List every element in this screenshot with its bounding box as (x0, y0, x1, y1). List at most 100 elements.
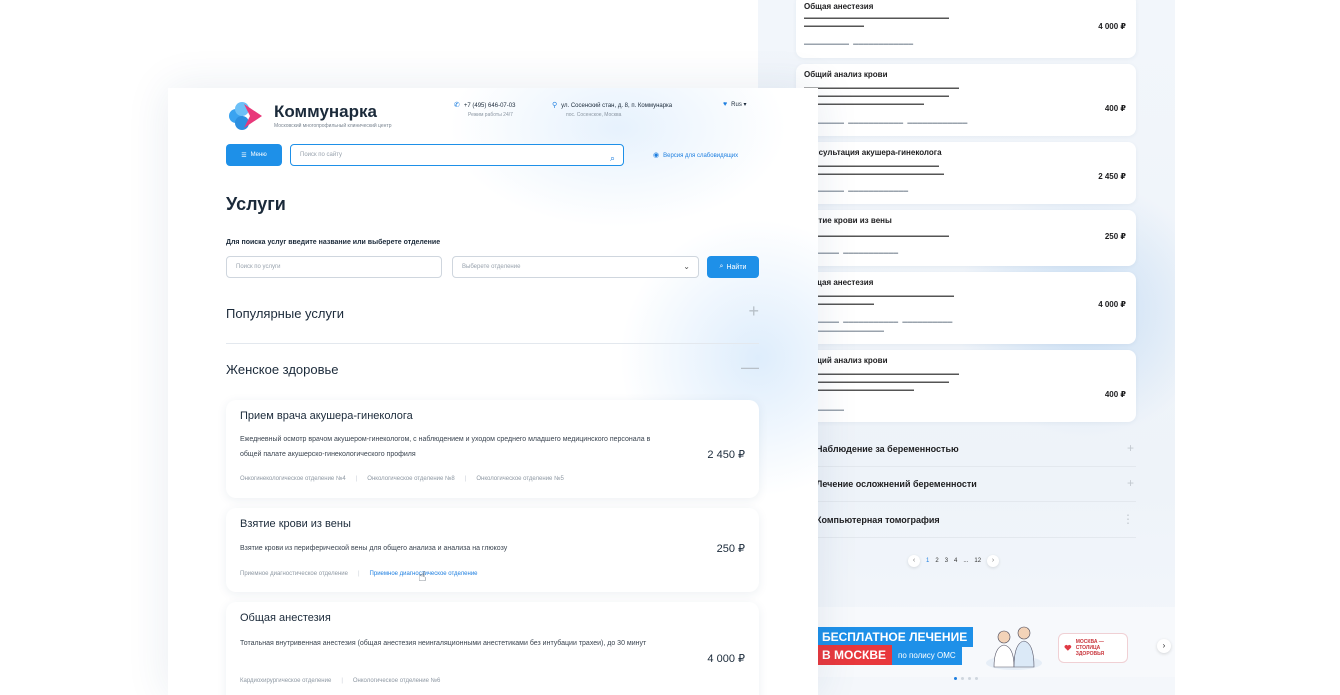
banner-dot[interactable] (975, 677, 978, 680)
page-number[interactable]: 2 (935, 558, 938, 564)
background-services-panel: Общая анестезия ▬▬▬▬▬▬▬▬▬▬▬▬▬▬▬▬▬▬▬▬▬▬▬▬… (758, 0, 1175, 695)
service-departments: Онкогинекологическое отделение №4 | Онко… (240, 476, 564, 482)
kommunarka-logo-icon[interactable] (226, 100, 266, 132)
plus-icon[interactable]: + (748, 301, 759, 322)
minus-icon[interactable]: — (741, 357, 759, 378)
department-placeholder: Выберете отделение (462, 264, 521, 270)
menu-label: Меню (250, 152, 267, 158)
accordion-title: Женское здоровье (226, 362, 339, 377)
banner-dot[interactable] (961, 677, 964, 680)
back-card-price: 400 ₽ (1104, 104, 1126, 113)
back-card-title: Общая анестезия (804, 2, 874, 11)
search-icon[interactable]: ⌕ (610, 148, 615, 168)
banner-dot[interactable] (968, 677, 971, 680)
moscow-health-text: МОСКВА — СТОЛИЦА ЗДОРОВЬЯ (1075, 639, 1105, 657)
back-accordion-title: Наблюдение за беременностью (816, 444, 959, 454)
department-tag[interactable]: Приемное диагностическое отделение (240, 571, 348, 577)
back-service-card[interactable]: Общая анестезия ▬▬▬▬▬▬▬▬▬▬▬▬▬▬▬▬▬▬▬▬▬▬▬▬… (796, 0, 1136, 58)
banner-subline: В МОСКВЕ по полису ОМС (816, 645, 962, 665)
oms-promo-banner[interactable]: БЕСПЛАТНОЕ ЛЕЧЕНИЕ В МОСКВЕ по полису ОМ… (816, 607, 1175, 677)
department-tag[interactable]: Онкологическое отделение №6 (353, 678, 441, 684)
phone-contact[interactable]: ✆ +7 (495) 646-07-03 Режим работы 24/7 (454, 101, 515, 118)
department-tag[interactable]: Онкогинекологическое отделение №4 (240, 476, 346, 482)
page-number[interactable]: 4 (954, 558, 957, 564)
search-placeholder: Поиск по сайту (300, 152, 343, 158)
prev-page-icon[interactable]: ‹ (908, 555, 920, 567)
service-description: Взятие крови из периферической вены для … (240, 545, 508, 552)
page-title: Услуги (226, 194, 286, 214)
back-card-price: 400 ₽ (1104, 390, 1126, 399)
back-card-title: Консультация акушера-гинеколога (804, 148, 942, 157)
eye-icon: ◉ (653, 152, 660, 159)
address-city: пос. Сосенское, Москва (566, 112, 622, 118)
services-page: Коммунарка Московский многопрофильный кл… (168, 88, 818, 695)
service-title: Общая анестезия (240, 612, 331, 624)
back-card-tags: ▬▬▬▬▬▬▬ ▬▬▬▬▬▬▬▬▬▬▬ ▬▬▬▬▬▬▬▬▬▬ ▬▬▬▬▬▬▬▬▬▬… (804, 319, 953, 334)
department-tag[interactable]: Онкологическое отделение №8 (367, 476, 455, 482)
tag-separator: | (355, 476, 358, 482)
heart-icon: ♥ (723, 101, 728, 108)
back-card-price: 4 000 ₽ (1098, 300, 1126, 309)
moscow-health-logo: МОСКВА — СТОЛИЦА ЗДОРОВЬЯ (1058, 633, 1128, 663)
tag-separator: | (464, 476, 467, 482)
back-service-card[interactable]: Общая анестезия ▬▬▬▬▬▬▬▬▬▬▬▬▬▬▬▬▬▬▬▬▬▬▬▬… (796, 272, 1136, 344)
service-title: Взятие крови из вены (240, 518, 351, 530)
back-card-tags: ▬▬▬▬▬▬▬▬▬ ▬▬▬▬▬▬▬▬▬▬▬▬ (804, 41, 914, 47)
back-accordion-item[interactable]: Лечение осложнений беременности + (816, 468, 1136, 502)
service-departments: Приемное диагностическое отделение | При… (240, 571, 478, 577)
service-search-input[interactable]: Поиск по услуги (226, 256, 442, 278)
back-card-tags: ▬▬▬▬▬▬▬▬ ▬▬▬▬▬▬▬▬▬▬▬▬ (804, 188, 909, 194)
hamburger-icon: ☰ (241, 152, 247, 159)
plus-icon: + (1126, 441, 1134, 455)
language-label: Rus (731, 102, 742, 108)
back-service-card[interactable]: Общий анализ крови ▬▬▬▬▬▬▬▬▬▬▬▬▬▬▬▬▬▬▬▬▬… (796, 64, 1136, 136)
department-tag[interactable]: Кардиохирургическое отделение (240, 678, 331, 684)
banner-next-icon[interactable]: › (1157, 639, 1171, 653)
back-service-card[interactable]: Консультация акушера-гинеколога ▬▬▬▬▬▬▬▬… (796, 142, 1136, 204)
department-select[interactable]: Выберете отделение ⌄ (452, 256, 699, 278)
page-number[interactable]: 3 (945, 558, 948, 564)
accordion-popular-services[interactable]: Популярные услуги + (226, 288, 759, 344)
banner-dots (954, 677, 978, 680)
service-card[interactable]: Взятие крови из вены Взятие крови из пер… (226, 508, 759, 592)
menu-button[interactable]: ☰ Меню (226, 144, 282, 166)
service-card[interactable]: Прием врача акушера-гинеколога Ежедневны… (226, 400, 759, 498)
back-accordion-item[interactable]: Наблюдение за беременностью + (816, 433, 1136, 467)
banner-headline: БЕСПЛАТНОЕ ЛЕЧЕНИЕ (816, 627, 974, 647)
address-contact[interactable]: ⚲ ул. Сосенский стан, д. 8, п. Коммунарка… (552, 101, 672, 118)
hand-cursor-icon: ☝ (418, 568, 427, 584)
department-tag[interactable]: Онкологическое отделение №5 (476, 476, 564, 482)
language-selector[interactable]: ♥ Rus ▾ (723, 101, 747, 108)
page-number[interactable]: 12 (974, 558, 981, 564)
accordion-womens-health[interactable]: Женское здоровье — (226, 344, 759, 400)
back-card-tags: ▬▬▬▬▬▬▬ ▬▬▬▬▬▬▬▬▬▬▬ (804, 250, 899, 256)
back-card-title: Общий анализ крови (804, 70, 888, 79)
service-price: 2 450 ₽ (707, 449, 745, 461)
page-number[interactable]: 1 (926, 558, 929, 564)
back-accordion-title: Компьютерная томография (816, 515, 940, 525)
next-page-icon[interactable]: › (987, 555, 1000, 567)
address-text[interactable]: ул. Сосенский стан, д. 8, п. Коммунарка (561, 103, 672, 109)
back-accordion-item[interactable]: Компьютерная томография ⋮ (816, 504, 1136, 538)
phone-number[interactable]: +7 (495) 646-07-03 (464, 103, 516, 109)
back-card-tags: ▬▬▬▬▬▬▬▬ ▬▬▬▬▬▬▬▬▬▬▬ ▬▬▬▬▬▬▬▬▬▬▬▬ (804, 120, 968, 126)
service-card[interactable]: Общая анестезия Тотальная внутривенная а… (226, 602, 759, 695)
banner-dot[interactable] (954, 677, 957, 680)
service-departments: Кардиохирургическое отделение | Онкологи… (240, 678, 440, 684)
find-button[interactable]: ⌕ Найти (707, 256, 759, 278)
chevron-down-icon: ⌄ (683, 262, 690, 271)
brand-name[interactable]: Коммунарка (274, 102, 377, 122)
phone-hours: Режим работы 24/7 (468, 112, 513, 118)
accordion-title: Популярные услуги (226, 306, 344, 321)
phone-icon: ✆ (454, 102, 460, 109)
back-card-description: ▬▬▬▬▬▬▬▬▬▬▬▬▬▬▬▬▬▬▬▬▬▬▬▬▬▬▬▬▬ (804, 233, 949, 239)
back-card-description: ▬▬▬▬▬▬▬▬▬▬▬▬▬▬▬▬▬▬▬▬▬▬▬▬▬▬▬▬▬▬▬▬▬▬▬▬▬▬▬▬… (804, 85, 959, 107)
back-accordion-title: Лечение осложнений беременности (816, 479, 977, 489)
site-search-input[interactable]: Поиск по сайту ⌕ (290, 144, 624, 166)
service-description: Тотальная внутривенная анестезия (общая … (240, 640, 647, 647)
back-card-price: 2 450 ₽ (1098, 172, 1126, 181)
back-service-card[interactable]: Взятие крови из вены ▬▬▬▬▬▬▬▬▬▬▬▬▬▬▬▬▬▬▬… (796, 210, 1136, 266)
accessibility-version-link[interactable]: ◉ Версия для слабовидящих (653, 151, 738, 159)
back-service-card[interactable]: Общий анализ крови ▬▬▬▬▬▬▬▬▬▬▬▬▬▬▬▬▬▬▬▬▬… (796, 350, 1136, 422)
service-description: Ежедневный осмотр врачом акушером-гинеко… (240, 436, 651, 458)
